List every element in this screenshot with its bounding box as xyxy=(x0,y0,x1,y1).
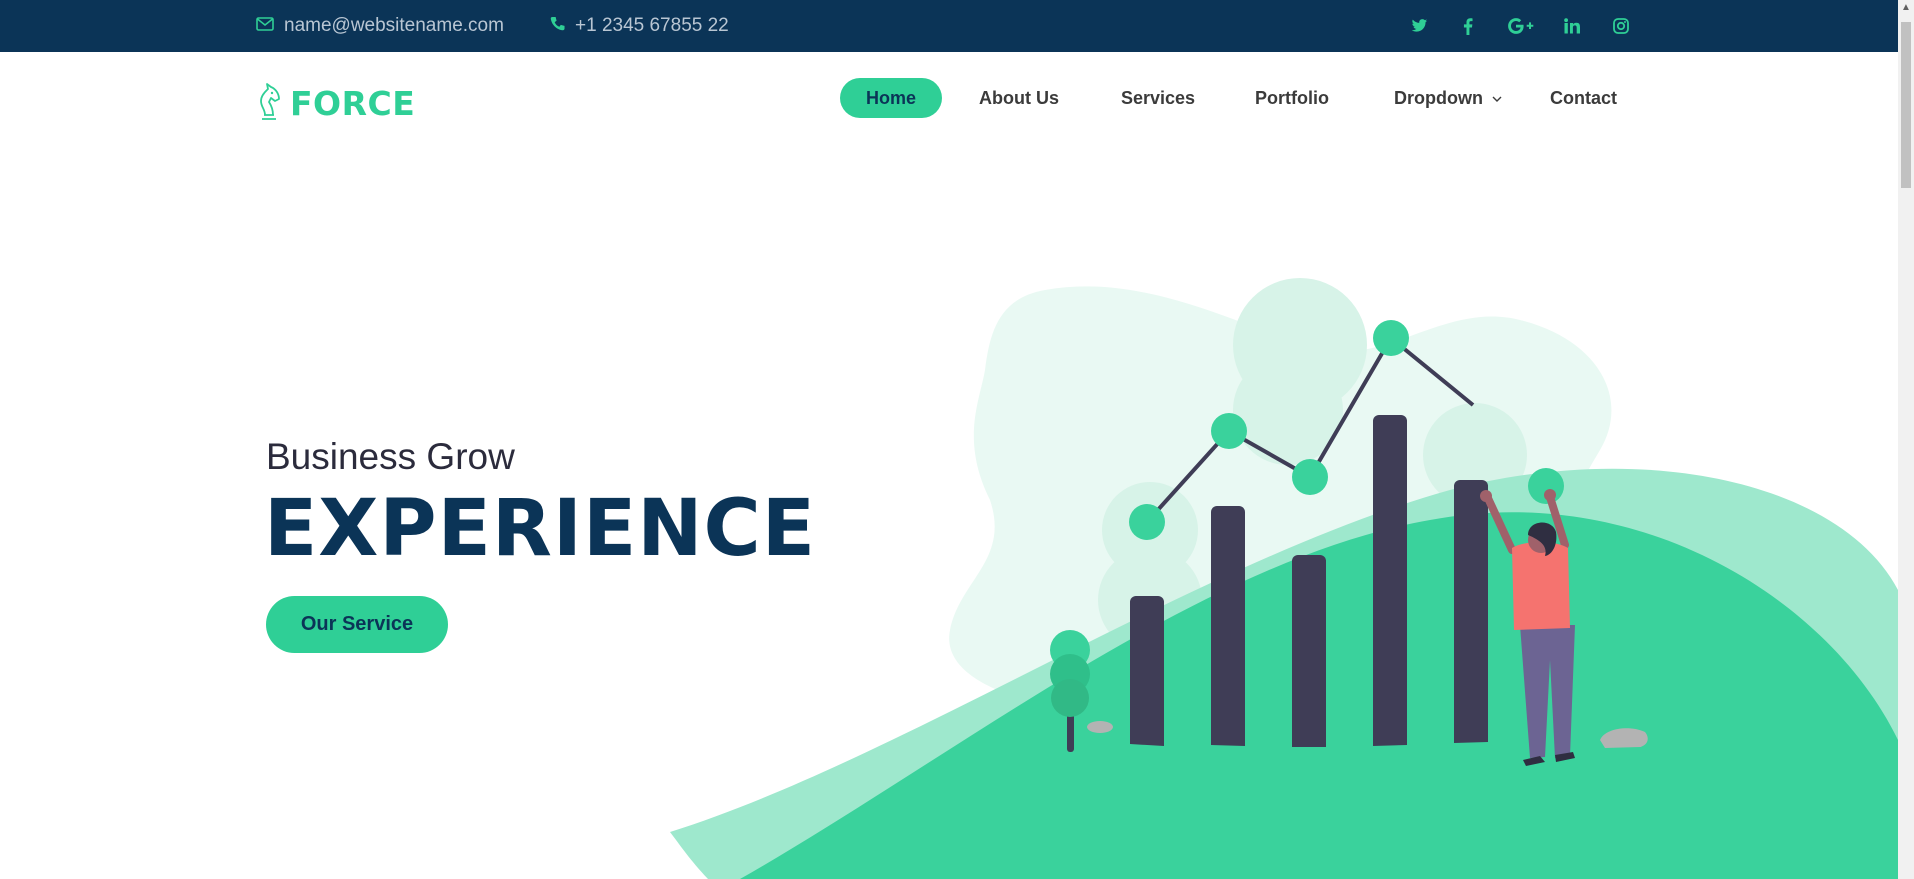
hero-title: EXPERIENCE xyxy=(264,484,817,574)
scroll-up-arrow-icon[interactable]: ▲ xyxy=(1898,0,1914,16)
vertical-scrollbar[interactable]: ▲ xyxy=(1898,0,1914,879)
our-service-button[interactable]: Our Service xyxy=(266,596,448,653)
scroll-thumb[interactable] xyxy=(1901,22,1911,188)
rock-small xyxy=(1087,721,1113,733)
bar-2 xyxy=(1211,506,1245,746)
bar-5 xyxy=(1454,480,1488,743)
bar-1 xyxy=(1130,596,1164,746)
bar-4 xyxy=(1373,415,1407,746)
bar-3 xyxy=(1292,555,1326,747)
hero-subtitle: Business Grow xyxy=(266,436,515,477)
